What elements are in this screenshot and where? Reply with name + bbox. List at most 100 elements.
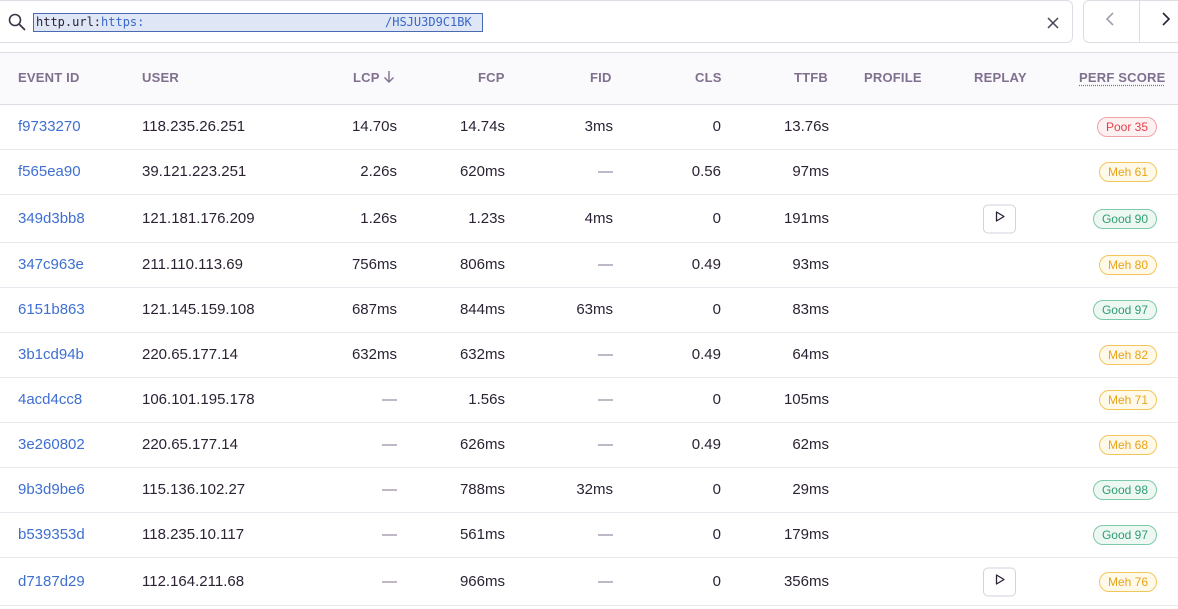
event-id-link[interactable]: f565ea90 [18, 162, 81, 182]
column-header-fid[interactable]: FID [590, 70, 612, 85]
table-body: f9733270 118.235.26.251 14.70s 14.74s 3ms 0 13… [0, 105, 1178, 606]
table-row: b539353d 118.235.10.117 — 561ms — 0 179ms Good … [0, 513, 1178, 558]
column-header-lcp-label: LCP [353, 70, 380, 85]
cls-value: 0.49 [692, 435, 721, 455]
cls-value: 0 [713, 209, 721, 229]
column-header-user[interactable]: USER [142, 70, 179, 85]
event-id-link[interactable]: b539353d [18, 525, 85, 545]
fcp-value: 14.74s [460, 117, 505, 137]
user-ip: 118.235.26.251 [142, 117, 245, 137]
replay-button[interactable] [983, 204, 1016, 233]
fid-value: 3ms [585, 117, 613, 137]
lcp-value: — [382, 390, 397, 410]
event-id-link[interactable]: 4acd4cc8 [18, 390, 82, 410]
chevron-left-icon [1105, 11, 1117, 32]
next-page-button[interactable] [1139, 1, 1178, 42]
ttfb-value: 13.76s [784, 117, 829, 137]
fid-value: — [598, 345, 613, 365]
table-row: 3e260802 220.65.177.14 — 626ms — 0.49 62ms Meh … [0, 423, 1178, 468]
user-ip: 121.181.176.209 [142, 209, 255, 229]
perf-score-badge: Poor 35 [1097, 117, 1157, 137]
lcp-value: 2.26s [360, 162, 397, 182]
lcp-value: — [382, 480, 397, 500]
previous-page-button[interactable] [1084, 1, 1139, 42]
event-id-link[interactable]: 9b3d9be6 [18, 480, 85, 500]
lcp-value: 1.26s [360, 209, 397, 229]
pagination [1083, 0, 1178, 43]
lcp-value: 687ms [352, 300, 397, 320]
query-value-start: https: [101, 15, 144, 29]
user-ip: 220.65.177.14 [142, 345, 238, 365]
events-table: EVENT ID USER LCP FCP FID CLS TTFB PROFI… [0, 52, 1178, 606]
user-ip: 118.235.10.117 [142, 525, 244, 545]
column-header-profile: PROFILE [864, 70, 922, 85]
fid-value: — [598, 255, 613, 275]
table-row: 347c963e 211.110.113.69 756ms 806ms — 0.49 93m… [0, 243, 1178, 288]
table-row: d7187d29 112.164.211.68 — 966ms — 0 356ms Meh 7… [0, 558, 1178, 606]
table-row: f565ea90 39.121.223.251 2.26s 620ms — 0.56 97m… [0, 150, 1178, 195]
event-id-link[interactable]: f9733270 [18, 117, 81, 137]
close-icon[interactable] [1043, 13, 1063, 33]
user-ip: 39.121.223.251 [142, 162, 246, 182]
event-id-link[interactable]: 6151b863 [18, 300, 85, 320]
column-header-lcp[interactable]: LCP [353, 70, 395, 87]
table-row: 3b1cd94b 220.65.177.14 632ms 632ms — 0.49 64ms… [0, 333, 1178, 378]
fcp-value: 806ms [460, 255, 505, 275]
fcp-value: 632ms [460, 345, 505, 365]
column-header-perf-score[interactable]: PERF SCORE [1079, 70, 1166, 85]
ttfb-value: 105ms [784, 390, 829, 410]
replay-button[interactable] [983, 567, 1016, 596]
column-header-fcp[interactable]: FCP [478, 70, 505, 85]
fcp-value: 626ms [460, 435, 505, 455]
fid-value: — [598, 572, 613, 592]
cls-value: 0 [713, 117, 721, 137]
event-id-link[interactable]: 3e260802 [18, 435, 85, 455]
fid-value: — [598, 435, 613, 455]
ttfb-value: 191ms [784, 209, 829, 229]
user-ip: 106.101.195.178 [142, 390, 255, 410]
fid-value: 4ms [585, 209, 613, 229]
event-id-link[interactable]: d7187d29 [18, 572, 85, 592]
ttfb-value: 64ms [792, 345, 829, 365]
ttfb-value: 29ms [792, 480, 829, 500]
user-ip: 115.136.102.27 [142, 480, 245, 500]
play-icon [994, 573, 1006, 591]
search-query-token[interactable]: http.url:https: /HSJU3D9C1BK [33, 13, 483, 32]
ttfb-value: 83ms [792, 300, 829, 320]
cls-value: 0 [713, 525, 721, 545]
perf-score-badge: Meh 82 [1099, 345, 1157, 365]
cls-value: 0 [713, 390, 721, 410]
perf-score-badge: Meh 71 [1099, 390, 1157, 410]
table-row: 6151b863 121.145.159.108 687ms 844ms 63ms 0 83… [0, 288, 1178, 333]
cls-value: 0 [713, 300, 721, 320]
lcp-value: 14.70s [352, 117, 397, 137]
cls-value: 0.49 [692, 345, 721, 365]
search-bar[interactable]: http.url:https: /HSJU3D9C1BK [0, 0, 1073, 43]
user-ip: 220.65.177.14 [142, 435, 238, 455]
column-header-cls[interactable]: CLS [695, 70, 722, 85]
column-header-event-id[interactable]: EVENT ID [18, 70, 80, 85]
perf-score-badge: Meh 61 [1099, 162, 1157, 182]
table-row: f9733270 118.235.26.251 14.70s 14.74s 3ms 0 13… [0, 105, 1178, 150]
lcp-value: — [382, 572, 397, 592]
search-icon [8, 13, 26, 31]
ttfb-value: 93ms [792, 255, 829, 275]
user-ip: 211.110.113.69 [142, 255, 243, 275]
user-ip: 112.164.211.68 [142, 572, 244, 592]
perf-score-badge: Good 97 [1093, 525, 1157, 545]
fcp-value: 966ms [460, 572, 505, 592]
lcp-value: — [382, 525, 397, 545]
query-colon: : [94, 15, 101, 29]
event-id-link[interactable]: 347c963e [18, 255, 84, 275]
ttfb-value: 179ms [784, 525, 829, 545]
table-row: 349d3bb8 121.181.176.209 1.26s 1.23s 4ms 0 191… [0, 195, 1178, 243]
fcp-value: 1.56s [468, 390, 505, 410]
column-header-ttfb[interactable]: TTFB [794, 70, 828, 85]
event-id-link[interactable]: 349d3bb8 [18, 209, 85, 229]
play-icon [994, 210, 1006, 228]
cls-value: 0 [713, 480, 721, 500]
table-row: 4acd4cc8 106.101.195.178 — 1.56s — 0 105ms Meh … [0, 378, 1178, 423]
arrow-down-icon [383, 70, 395, 87]
fid-value: 32ms [576, 480, 613, 500]
event-id-link[interactable]: 3b1cd94b [18, 345, 84, 365]
